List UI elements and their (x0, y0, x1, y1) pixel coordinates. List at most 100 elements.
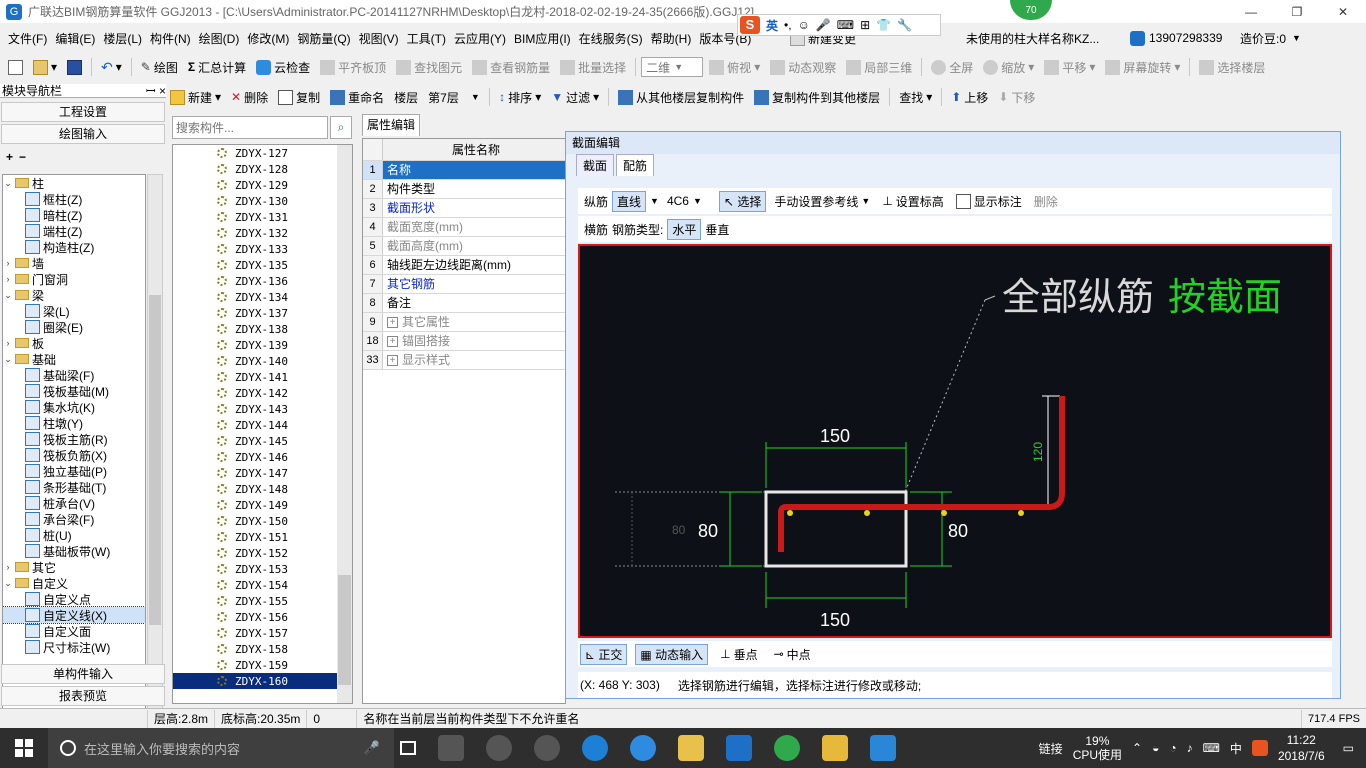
component-list-item[interactable]: ZDYX-142 (173, 385, 352, 401)
expanded-icon[interactable]: ⌄ (3, 354, 13, 365)
expanded-icon[interactable]: ⌄ (3, 178, 13, 189)
component-search-input[interactable] (172, 116, 328, 139)
rebar-point[interactable] (941, 510, 947, 516)
scroll-thumb[interactable] (149, 295, 161, 625)
property-row[interactable]: 9 + 其它属性 (363, 313, 565, 332)
tree-item[interactable]: 端柱(Z) (3, 223, 145, 239)
find-element-button[interactable]: 查找图元 (392, 56, 466, 78)
vertical-button[interactable]: 垂直 (705, 221, 729, 238)
property-row[interactable]: 33 + 显示样式 (363, 351, 565, 370)
component-list-item[interactable]: ZDYX-144 (173, 417, 352, 433)
tree-item[interactable]: 集水坑(K) (3, 399, 145, 415)
points-dropdown-icon[interactable]: ▼ (1292, 33, 1301, 43)
manual-ref-line-button[interactable]: 手动设置参考线 ▼ (770, 190, 874, 212)
filter-button[interactable]: ▼ 过滤 ▾ (547, 86, 603, 108)
sum-calc-button[interactable]: Σ 汇总计算 (184, 56, 250, 78)
collapsed-icon[interactable]: › (3, 274, 13, 284)
delete-rebar-button[interactable]: 删除 (1030, 190, 1062, 212)
component-list-item[interactable]: ZDYX-128 (173, 161, 352, 177)
ie-legacy-icon[interactable] (486, 735, 512, 761)
section-outline[interactable] (764, 490, 908, 568)
volume-icon[interactable]: ♪ (1187, 741, 1193, 755)
taskbar-search[interactable]: 在这里输入你要搜索的内容 🎤 (48, 728, 394, 768)
notification-icon[interactable]: ▭ (1343, 741, 1354, 755)
line-mode-button[interactable]: 直线 (612, 190, 647, 212)
menu-draw[interactable]: 绘图(D) (195, 30, 244, 47)
dynamic-input-button[interactable]: ▦ 动态输入 (635, 643, 709, 665)
drawing-canvas[interactable]: 全部纵筋 按截面 80 150 150 80 80 120 (578, 244, 1332, 638)
search-button[interactable]: ⌕ (330, 116, 352, 139)
dim-hook-value[interactable]: 120 (1031, 442, 1045, 462)
tree-item[interactable]: 自定义面 (3, 623, 145, 639)
undo-button[interactable]: ↶ ▾ (97, 56, 126, 78)
tree-folder[interactable]: ⌄ 自定义 (3, 575, 145, 591)
fullscreen-button[interactable]: 全屏 (927, 56, 977, 78)
copy-component-button[interactable]: 复制 (274, 86, 324, 108)
menu-component[interactable]: 构件(N) (146, 30, 195, 47)
component-list-item[interactable]: ZDYX-136 (173, 273, 352, 289)
tab-property-edit[interactable]: 属性编辑 (362, 114, 420, 136)
property-row[interactable]: 7 其它钢筋 (363, 275, 565, 294)
tree-item[interactable]: 筏板主筋(R) (3, 431, 145, 447)
property-row[interactable]: 2 构件类型 (363, 180, 565, 199)
menu-tools[interactable]: 工具(T) (403, 30, 450, 47)
single-component-input-button[interactable]: 单构件输入 (1, 664, 165, 684)
draw-input-button[interactable]: 绘图输入 (1, 124, 165, 144)
link-label[interactable]: 链接 (1039, 740, 1063, 757)
batch-select-button[interactable]: 批量选择 (556, 56, 630, 78)
tree-item[interactable]: 承台梁(F) (3, 511, 145, 527)
component-list-item[interactable]: ZDYX-156 (173, 609, 352, 625)
tree-item[interactable]: 独立基础(P) (3, 463, 145, 479)
tab-reinforcement[interactable]: 配筋 (616, 154, 655, 176)
dim-faint-80[interactable]: 80 (672, 523, 686, 537)
component-list-item[interactable]: ZDYX-160 (173, 673, 352, 689)
move-down-button[interactable]: ⬇ 下移 (994, 86, 1039, 108)
menu-edit[interactable]: 编辑(E) (51, 30, 99, 47)
mic-icon[interactable]: 🎤 (816, 18, 831, 32)
rebar-line[interactable] (778, 396, 1065, 552)
rebar-spec-select[interactable]: 4C6 ▼ (662, 191, 715, 211)
copy-from-floor-button[interactable]: 从其他楼层复制构件 (614, 86, 748, 108)
component-list-item[interactable]: ZDYX-137 (173, 305, 352, 321)
dim-right-value[interactable]: 80 (948, 521, 968, 541)
tree-item[interactable]: 圈梁(E) (3, 319, 145, 335)
menu-modify[interactable]: 修改(M) (243, 30, 293, 47)
dim-top-value[interactable]: 150 (820, 426, 850, 446)
tree-folder[interactable]: ⌄ 梁 (3, 287, 145, 303)
scroll-thumb[interactable] (338, 575, 351, 685)
view-mode-select[interactable]: 二维 ▼ (641, 57, 704, 77)
component-list-item[interactable]: ZDYX-158 (173, 641, 352, 657)
component-list-item[interactable]: ZDYX-135 (173, 257, 352, 273)
tree-item[interactable]: 桩(U) (3, 527, 145, 543)
file-explorer-icon[interactable] (678, 735, 704, 761)
component-list-item[interactable]: ZDYX-146 (173, 449, 352, 465)
tree-folder[interactable]: ⌄ 柱 (3, 175, 145, 191)
menu-online[interactable]: 在线服务(S) (575, 30, 647, 47)
component-list-item[interactable]: ZDYX-153 (173, 561, 352, 577)
property-row[interactable]: 5 截面高度(mm) (363, 237, 565, 256)
component-list-item[interactable]: ZDYX-151 (173, 529, 352, 545)
menu-rebar-qty[interactable]: 钢筋量(Q) (293, 30, 354, 47)
start-button[interactable] (0, 728, 48, 768)
tree-item[interactable]: 自定义线(X) (3, 606, 145, 624)
open-button[interactable]: ▾ (29, 56, 61, 78)
tree-folder[interactable]: › 墙 (3, 255, 145, 271)
component-list-item[interactable]: ZDYX-147 (173, 465, 352, 481)
note-by-section[interactable]: 按截面 (1168, 275, 1282, 319)
nav-pin-close-icon[interactable]: ꟷ × (146, 84, 166, 98)
dynamic-view-button[interactable]: 动态观察 (766, 56, 840, 78)
edge-icon[interactable] (582, 735, 608, 761)
minimize-button[interactable]: — (1228, 0, 1274, 23)
tree-item[interactable]: 基础板带(W) (3, 543, 145, 559)
component-list-item[interactable]: ZDYX-130 (173, 193, 352, 209)
menu-view[interactable]: 视图(V) (355, 30, 403, 47)
fan-app-icon[interactable] (438, 735, 464, 761)
component-list-item[interactable]: ZDYX-152 (173, 545, 352, 561)
collapsed-icon[interactable]: › (3, 562, 13, 572)
tree-folder[interactable]: › 其它 (3, 559, 145, 575)
tree-item[interactable]: 筏板基础(M) (3, 383, 145, 399)
network-icon[interactable]: ◒ (1152, 741, 1159, 755)
component-list-item[interactable]: ZDYX-141 (173, 369, 352, 385)
sogou-tray-icon[interactable] (1251, 740, 1268, 756)
expanded-icon[interactable]: ⌄ (3, 290, 13, 301)
